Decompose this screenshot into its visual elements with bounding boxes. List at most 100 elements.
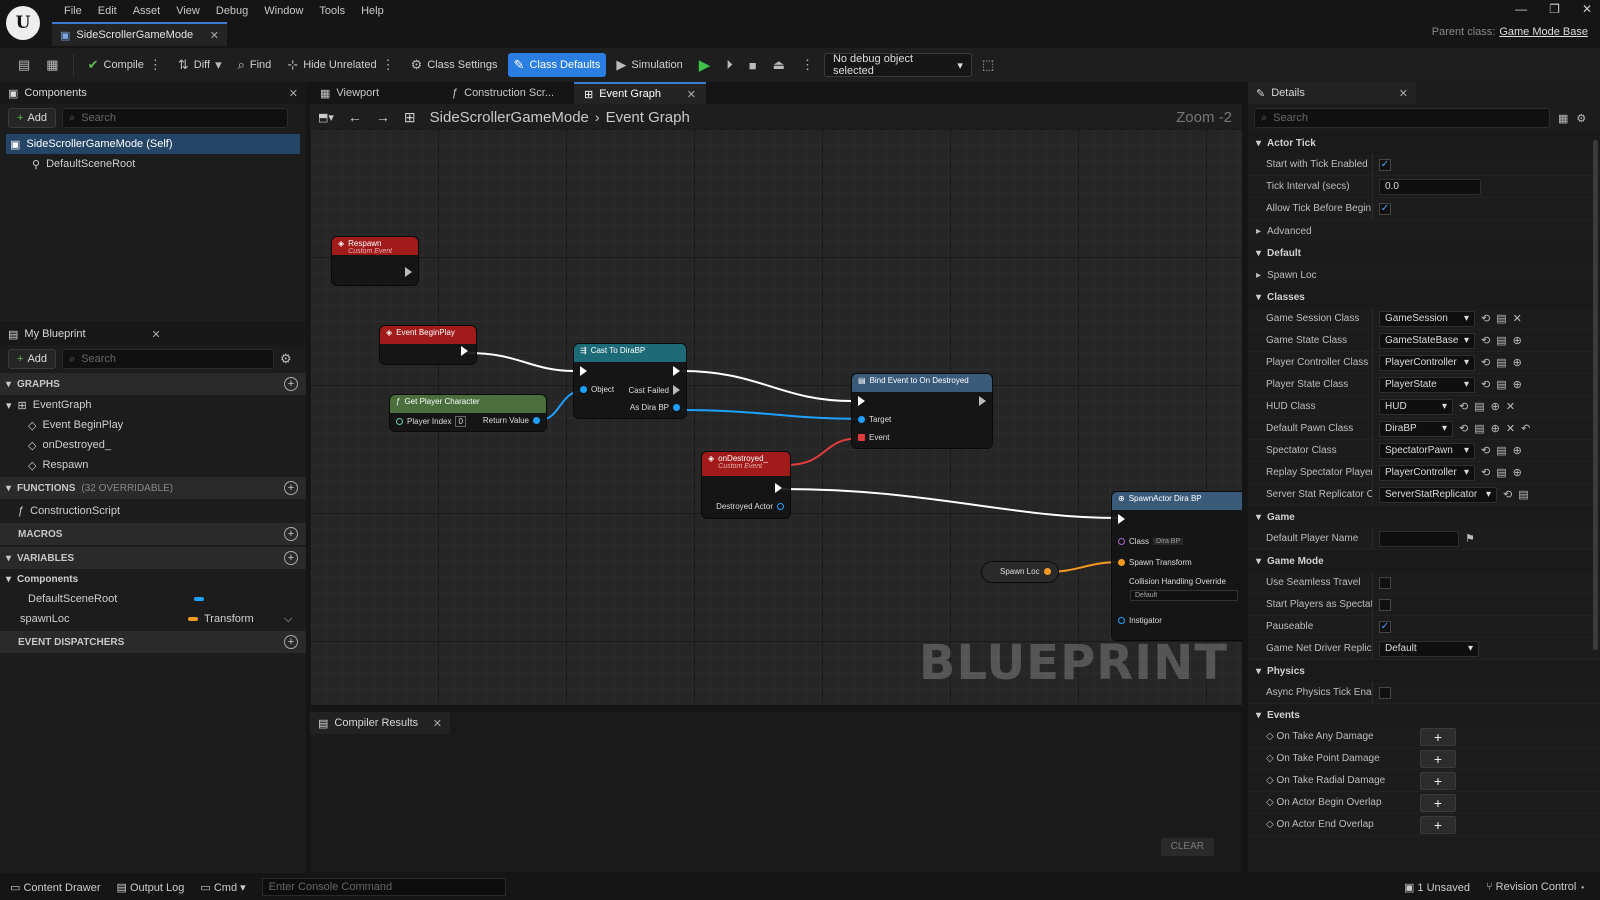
- restore-icon[interactable]: ❐: [1549, 2, 1560, 16]
- save-button[interactable]: ▤: [12, 53, 36, 77]
- pauseable-checkbox[interactable]: ✓: [1379, 620, 1391, 633]
- menu-file[interactable]: File: [56, 3, 90, 19]
- browse-arrow-icon[interactable]: ⟲: [1481, 378, 1490, 391]
- browse-folder-icon[interactable]: ▤: [1474, 400, 1484, 413]
- tree-event-graph[interactable]: ▾ ⊞ EventGraph: [0, 395, 306, 415]
- add-icon[interactable]: ⊕: [1491, 400, 1500, 413]
- start-spectators-checkbox[interactable]: [1379, 598, 1391, 611]
- add-icon[interactable]: ⊕: [1513, 466, 1522, 479]
- spawn-loc-pin[interactable]: Spawn Loc: [1000, 567, 1051, 576]
- add-event-button[interactable]: +: [1420, 749, 1456, 768]
- add-member-button[interactable]: + Add: [8, 349, 57, 369]
- variable-row[interactable]: spawnLoc Transform ⌵: [0, 609, 306, 629]
- table-view-icon[interactable]: ▦: [1558, 112, 1568, 125]
- close-window-icon[interactable]: ✕: [1582, 2, 1592, 16]
- section-classes[interactable]: ▾ Classes: [1248, 286, 1600, 308]
- close-icon[interactable]: ✕: [687, 88, 696, 101]
- as-dirabp-pin[interactable]: As Dira BP: [630, 403, 680, 412]
- add-event-button[interactable]: +: [1420, 815, 1456, 834]
- add-graph-icon[interactable]: +: [284, 377, 298, 391]
- browse-folder-icon[interactable]: ▤: [1496, 312, 1506, 325]
- menu-asset[interactable]: Asset: [125, 3, 169, 19]
- compiler-results-tab[interactable]: ▤ Compiler Results ✕: [310, 712, 450, 734]
- add-variable-icon[interactable]: +: [284, 551, 298, 565]
- debug-object-select[interactable]: No debug object selected ▾: [823, 53, 972, 77]
- simulation-button[interactable]: ▶ Simulation: [610, 53, 688, 77]
- subsection-advanced[interactable]: ▸ Advanced: [1248, 220, 1600, 242]
- exec-out-pin[interactable]: [979, 396, 986, 406]
- document-tab[interactable]: ▣ SideScrollerGameMode ✕: [52, 22, 227, 46]
- unreal-logo-icon[interactable]: U: [6, 6, 40, 40]
- seamless-travel-checkbox[interactable]: [1379, 576, 1391, 589]
- return-value-pin[interactable]: Return Value: [483, 416, 540, 425]
- component-self[interactable]: ▣ SideScrollerGameMode (Self): [6, 134, 300, 154]
- chevron-down-icon[interactable]: ⌵: [284, 613, 292, 626]
- cmd-select[interactable]: ▭ Cmd ▾: [200, 881, 245, 894]
- section-events[interactable]: ▾ Events: [1248, 704, 1600, 726]
- variable-type[interactable]: Transform: [204, 613, 278, 625]
- stop-button[interactable]: ■: [743, 53, 763, 77]
- browse-folder-icon[interactable]: ▤: [1496, 334, 1506, 347]
- class-select[interactable]: ServerStatReplicator ▾: [1379, 486, 1497, 503]
- minimize-icon[interactable]: —: [1515, 2, 1527, 16]
- close-icon[interactable]: ✕: [1399, 87, 1408, 100]
- add-event-button[interactable]: +: [1420, 727, 1456, 746]
- class-select[interactable]: DiraBP ▾: [1379, 420, 1453, 437]
- my-blueprint-search-input[interactable]: ⌕ Search: [62, 349, 275, 369]
- add-icon[interactable]: ⊕: [1513, 356, 1522, 369]
- add-icon[interactable]: ⊕: [1513, 334, 1522, 347]
- object-pin[interactable]: Object: [580, 385, 614, 394]
- unsaved-button[interactable]: ▣ 1 Unsaved: [1404, 881, 1470, 894]
- variable-row[interactable]: DefaultSceneRoot: [0, 589, 306, 609]
- exec-in-pin[interactable]: [580, 366, 587, 376]
- tick-interval-input[interactable]: 0.0: [1379, 178, 1481, 195]
- graphs-section[interactable]: ▾ GRAPHS +: [0, 373, 306, 395]
- net-driver-select[interactable]: Default ▾: [1379, 640, 1479, 657]
- browse-arrow-icon[interactable]: ⟲: [1481, 444, 1490, 457]
- default-player-name-input[interactable]: [1379, 530, 1459, 547]
- play-options-button[interactable]: ⋮: [795, 53, 820, 77]
- class-select[interactable]: GameSession ▾: [1379, 310, 1475, 327]
- close-icon[interactable]: ✕: [433, 717, 442, 730]
- step-button[interactable]: ⏵: [720, 53, 739, 77]
- start-tick-checkbox[interactable]: ✓: [1379, 158, 1391, 171]
- compile-button[interactable]: ✔ Compile ⋮: [82, 53, 168, 77]
- class-select[interactable]: GameStateBase ▾: [1379, 332, 1475, 349]
- browse-folder-icon[interactable]: ▤: [1518, 488, 1528, 501]
- player-index-pin[interactable]: Player Index 0: [396, 416, 466, 427]
- spawn-transform-pin[interactable]: Spawn Transform: [1118, 558, 1192, 567]
- menu-edit[interactable]: Edit: [90, 3, 125, 19]
- breadcrumb-graph[interactable]: Event Graph: [606, 109, 690, 126]
- destroyed-actor-pin[interactable]: Destroyed Actor: [716, 502, 784, 511]
- component-default-scene-root[interactable]: ⚲ DefaultSceneRoot: [6, 154, 300, 174]
- collision-pin[interactable]: Collision Handling Override Default: [1118, 577, 1238, 601]
- section-game[interactable]: ▾ Game: [1248, 506, 1600, 528]
- macros-section[interactable]: MACROS +: [0, 523, 306, 545]
- class-defaults-button[interactable]: ✎ Class Defaults: [507, 53, 607, 77]
- add-component-button[interactable]: + Add: [8, 108, 57, 128]
- close-icon[interactable]: ✕: [289, 87, 298, 100]
- parent-class-link[interactable]: Game Mode Base: [1499, 26, 1588, 38]
- diff-button[interactable]: ⇅ Diff ▾: [172, 53, 228, 77]
- subsection-spawn-loc[interactable]: ▸ Spawn Loc: [1248, 264, 1600, 286]
- more-icon[interactable]: ⋮: [382, 57, 395, 73]
- bookmark-icon[interactable]: ⬒▾: [318, 111, 334, 124]
- browse-folder-icon[interactable]: ▤: [1474, 422, 1484, 435]
- browse-button[interactable]: ▦: [40, 53, 64, 77]
- browse-arrow-icon[interactable]: ⟲: [1459, 400, 1468, 413]
- close-tab-icon[interactable]: ✕: [210, 29, 219, 42]
- section-physics[interactable]: ▾ Physics: [1248, 660, 1600, 682]
- browse-folder-icon[interactable]: ▤: [1496, 444, 1506, 457]
- menu-debug[interactable]: Debug: [208, 3, 256, 19]
- console-input[interactable]: Enter Console Command: [261, 878, 506, 896]
- browse-arrow-icon[interactable]: ⟲: [1481, 312, 1490, 325]
- add-icon[interactable]: ⊕: [1513, 378, 1522, 391]
- functions-section[interactable]: ▾ FUNCTIONS (32 OVERRIDABLE) +: [0, 477, 306, 499]
- details-scrollbar[interactable]: [1593, 140, 1598, 650]
- hide-unrelated-button[interactable]: ⊹ Hide Unrelated ⋮: [281, 53, 400, 77]
- event-dispatchers-section[interactable]: EVENT DISPATCHERS +: [0, 631, 306, 653]
- exec-out-pin[interactable]: [405, 267, 412, 277]
- eject-button[interactable]: ⏏: [767, 53, 791, 77]
- menu-view[interactable]: View: [168, 3, 208, 19]
- variables-section[interactable]: ▾ VARIABLES +: [0, 547, 306, 569]
